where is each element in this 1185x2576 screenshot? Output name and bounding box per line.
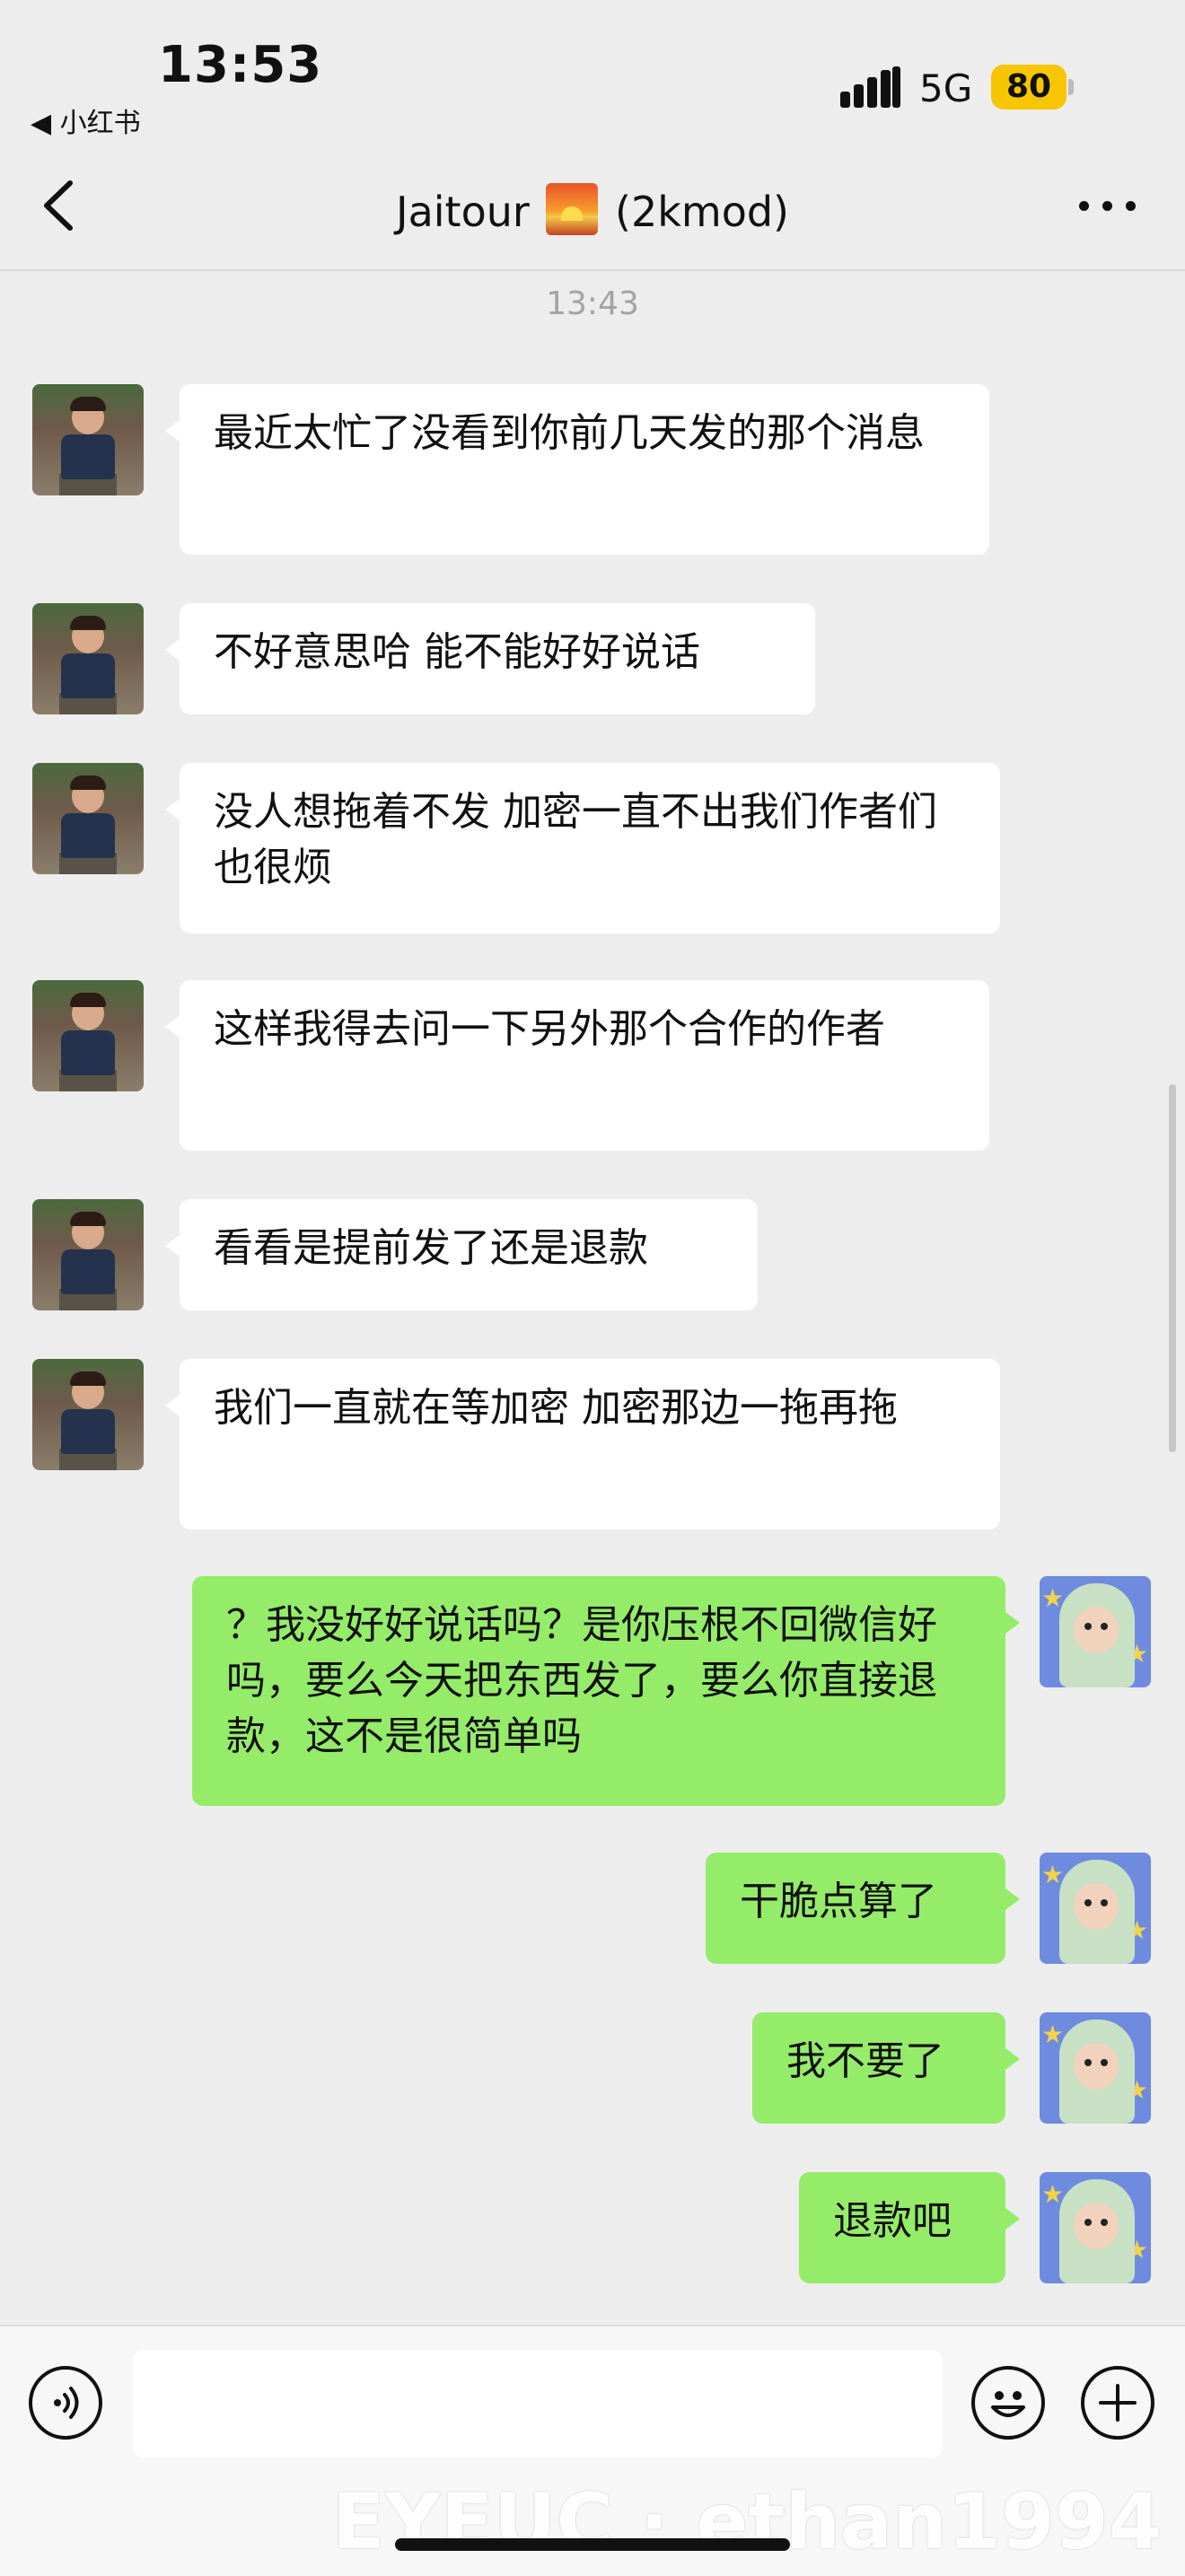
message-bubble-incoming[interactable]: 最近太忙了没看到你前几天发的那个消息: [165, 384, 989, 555]
message-input[interactable]: [133, 2350, 943, 2458]
my-avatar[interactable]: ★ ★: [1040, 1853, 1151, 1964]
message-bubble-outgoing[interactable]: 退款吧: [799, 2172, 1020, 2283]
voice-icon: [54, 2387, 79, 2419]
message-bubble-outgoing[interactable]: ？我没好好说话吗？是你压根不回微信好吗，要么今天把东西发了，要么你直接退款，这不…: [192, 1576, 1020, 1806]
chat-scrollbar[interactable]: [1169, 1084, 1176, 1452]
status-time: 13:53: [158, 36, 323, 94]
my-avatar[interactable]: ★ ★: [1040, 2012, 1151, 2124]
contact-avatar[interactable]: [32, 1359, 144, 1470]
contact-avatar[interactable]: [32, 384, 144, 495]
watermark-text: EYEUC · ethan1994: [332, 2477, 1163, 2567]
battery-level: 80: [991, 65, 1066, 110]
message-bubble-outgoing[interactable]: 干脆点算了: [706, 1853, 1020, 1964]
my-avatar[interactable]: ★ ★: [1040, 1576, 1151, 1687]
message-bubble-incoming[interactable]: 看看是提前发了还是退款: [165, 1199, 758, 1310]
chat-timestamp: 13:43: [546, 285, 639, 322]
message-bubble-incoming[interactable]: 不好意思哈 能不能好好说话: [165, 603, 815, 714]
back-to-app-link[interactable]: ◀ 小红书: [31, 101, 141, 140]
message-bubble-incoming[interactable]: 我们一直就在等加密 加密那边一拖再拖: [165, 1359, 1000, 1529]
chat-title: Jaitour (2kmod): [0, 183, 1185, 236]
contact-avatar[interactable]: [32, 1199, 144, 1310]
smiley-icon: [991, 2391, 1025, 2417]
contact-avatar[interactable]: [32, 763, 144, 874]
network-type: 5G: [919, 66, 973, 110]
contact-subtitle: (2kmod): [615, 188, 789, 236]
emoji-button[interactable]: [971, 2366, 1045, 2440]
contact-avatar[interactable]: [32, 980, 144, 1091]
my-avatar[interactable]: ★ ★: [1040, 2172, 1151, 2283]
sunrise-emoji-icon: [546, 183, 599, 235]
battery-tip-icon: [1068, 79, 1074, 95]
status-bar: 13:53 ◀ 小红书 5G 80: [0, 0, 1185, 144]
voice-input-button[interactable]: [29, 2366, 102, 2440]
contact-name: Jaitour: [396, 188, 530, 236]
more-options-icon[interactable]: [1075, 188, 1138, 224]
cellular-signal-icon: [840, 66, 901, 108]
more-functions-button[interactable]: [1081, 2366, 1154, 2440]
home-indicator[interactable]: [395, 2538, 790, 2551]
chat-header: Jaitour (2kmod): [0, 144, 1185, 271]
message-bubble-incoming[interactable]: 没人想拖着不发 加密一直不出我们作者们也很烦: [165, 763, 1000, 933]
plus-icon: [1099, 2384, 1137, 2422]
message-bubble-incoming[interactable]: 这样我得去问一下另外那个合作的作者: [165, 980, 989, 1151]
contact-avatar[interactable]: [32, 603, 144, 714]
message-bubble-outgoing[interactable]: 我不要了: [752, 2012, 1020, 2124]
